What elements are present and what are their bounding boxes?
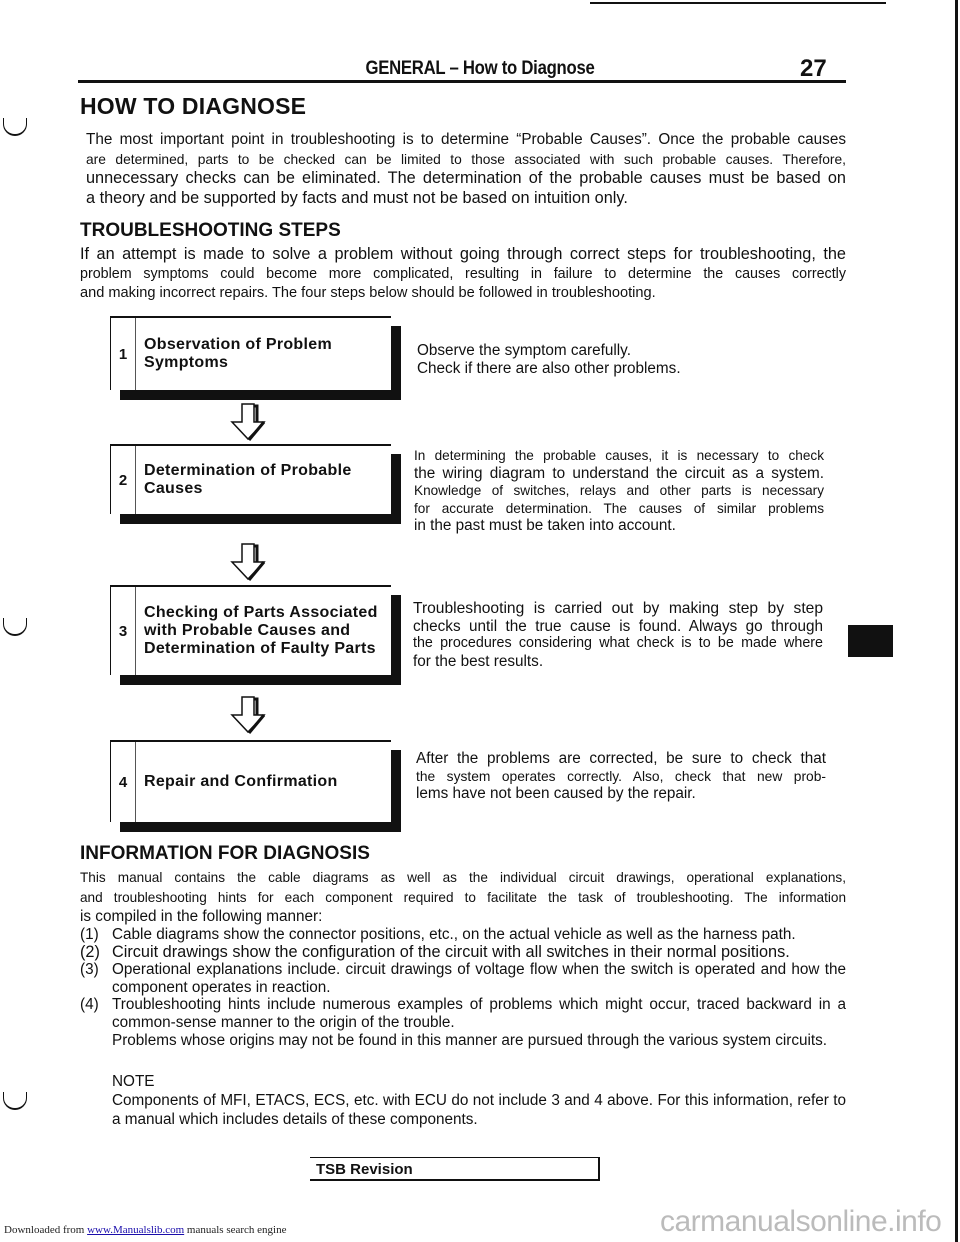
tsb-revision-box: TSB Revision bbox=[310, 1157, 600, 1181]
description-line: Knowledge of switches, relays and other … bbox=[414, 483, 824, 498]
list-item-number: (3) bbox=[80, 961, 99, 979]
list-item-number: (4) bbox=[80, 996, 99, 1014]
manualslib-link[interactable]: www.Manualslib.com bbox=[87, 1224, 184, 1236]
binding-hole-mark bbox=[3, 118, 27, 136]
step-title: Checking of Parts Associated with Probab… bbox=[144, 604, 378, 657]
list-item: (2) Circuit drawings show the configurat… bbox=[80, 942, 846, 962]
header-rule bbox=[78, 80, 846, 83]
right-edge-rule bbox=[955, 0, 958, 1242]
binding-hole-mark bbox=[3, 1092, 27, 1110]
running-header-title: GENERAL – How to Diagnose bbox=[365, 58, 595, 79]
information-paragraph: This manual contains the cable diagrams … bbox=[80, 868, 846, 927]
info-line: is compiled in the following manner: bbox=[80, 908, 323, 925]
step-3-box: 3 Checking of Parts Associated with Prob… bbox=[110, 585, 391, 675]
page-number: 27 bbox=[800, 55, 827, 82]
description-line: the system operates correctly. Also, che… bbox=[416, 768, 826, 784]
info-line: This manual contains the cable diagrams … bbox=[80, 870, 846, 885]
list-item-number: (2) bbox=[80, 942, 100, 961]
troubleshooting-paragraph: If an attempt is made to solve a problem… bbox=[80, 245, 846, 304]
list-item-text: Operational explanations include. circui… bbox=[112, 961, 846, 996]
note-block: NOTE Components of MFI, ETACS, ECS, etc.… bbox=[112, 1072, 846, 1129]
description-line: checks until the true cause is found. Al… bbox=[413, 617, 823, 635]
list-item-text: Troubleshooting hints include numerous e… bbox=[112, 996, 846, 1031]
intro-paragraph: The most important point in troubleshoot… bbox=[86, 130, 846, 208]
list-item-text: Cable diagrams show the connector positi… bbox=[112, 926, 796, 943]
information-list: (1) Cable diagrams show the connector po… bbox=[80, 926, 846, 1049]
description-line: the wiring diagram to understand the cir… bbox=[414, 464, 824, 482]
list-item-continuation: Problems whose origins may not be found … bbox=[112, 1031, 828, 1049]
step-title: Observation of Problem Symptoms bbox=[144, 336, 332, 371]
step-1-description: Observe the symptom carefully. Check if … bbox=[417, 342, 837, 377]
description-line: the procedures considering what check is… bbox=[413, 635, 823, 651]
description-line: for the best results. bbox=[413, 652, 544, 670]
note-text: Components of MFI, ETACS, ECS, etc. with… bbox=[112, 1092, 846, 1128]
step-title: Determination of Probable Causes bbox=[144, 462, 352, 497]
step-2-description: In determining the probable causes, it i… bbox=[414, 447, 824, 535]
step-number: 3 bbox=[111, 587, 136, 675]
heading-how-to-diagnose: HOW TO DIAGNOSE bbox=[80, 93, 307, 119]
description-line: for accurate determination. The causes o… bbox=[414, 500, 824, 516]
step-number: 2 bbox=[111, 446, 136, 514]
download-credit-prefix: Downloaded from bbox=[4, 1224, 88, 1236]
heading-troubleshooting-steps: TROUBLESHOOTING STEPS bbox=[80, 220, 341, 241]
step-4-description: After the problems are corrected, be sur… bbox=[416, 750, 826, 803]
list-item-text: Circuit drawings show the configuration … bbox=[112, 942, 790, 961]
section-tab-marker bbox=[848, 625, 893, 657]
step-1-box: 1 Observation of Problem Symptoms bbox=[110, 316, 391, 390]
list-item: (3) Operational explanations include. ci… bbox=[80, 961, 846, 996]
description-line: lems have not been caused by the repair. bbox=[416, 785, 696, 802]
download-credit: Downloaded from www.Manualslib.com manua… bbox=[4, 1224, 286, 1236]
step-title: Repair and Confirmation bbox=[144, 773, 338, 790]
step-4-box: 4 Repair and Confirmation bbox=[110, 740, 391, 822]
ts-line: and making incorrect repairs. The four s… bbox=[80, 285, 656, 301]
description-line: Observe the symptom carefully. bbox=[417, 342, 631, 359]
description-line: Troubleshooting is carried out by making… bbox=[413, 600, 823, 617]
down-arrow-icon bbox=[230, 696, 266, 734]
watermark: carmanualsonline.info bbox=[660, 1205, 942, 1238]
ts-line: problem symptoms could become more compl… bbox=[80, 265, 846, 282]
down-arrow-icon bbox=[230, 403, 266, 441]
description-line: In determining the probable causes, it i… bbox=[414, 448, 824, 463]
list-item: (1) Cable diagrams show the connector po… bbox=[80, 926, 846, 944]
step-3-description: Troubleshooting is carried out by making… bbox=[413, 600, 823, 670]
ts-line: If an attempt is made to solve a problem… bbox=[80, 245, 846, 263]
heading-information-for-diagnosis: INFORMATION FOR DIAGNOSIS bbox=[80, 843, 370, 864]
down-arrow-icon bbox=[230, 543, 266, 581]
intro-line: are determined, parts to be checked can … bbox=[86, 151, 846, 167]
download-credit-suffix: manuals search engine bbox=[184, 1224, 287, 1236]
description-line: in the past must be taken into account. bbox=[414, 517, 676, 534]
list-item-number: (1) bbox=[80, 926, 99, 943]
description-line: Check if there are also other problems. bbox=[417, 359, 681, 377]
intro-line: The most important point in troubleshoot… bbox=[86, 131, 846, 148]
step-number: 4 bbox=[111, 742, 136, 822]
note-label: NOTE bbox=[112, 1073, 155, 1090]
binding-hole-mark bbox=[3, 618, 27, 636]
list-item: (4) Troubleshooting hints include numero… bbox=[80, 996, 846, 1031]
step-2-box: 2 Determination of Probable Causes bbox=[110, 444, 391, 514]
top-rule bbox=[590, 2, 886, 4]
intro-line: unnecessary checks can be eliminated. Th… bbox=[86, 169, 846, 187]
description-line: After the problems are corrected, be sur… bbox=[416, 750, 826, 767]
info-line: and troubleshooting hints for each compo… bbox=[80, 889, 846, 905]
step-number: 1 bbox=[111, 318, 136, 390]
intro-line: a theory and be supported by facts and m… bbox=[86, 188, 628, 207]
